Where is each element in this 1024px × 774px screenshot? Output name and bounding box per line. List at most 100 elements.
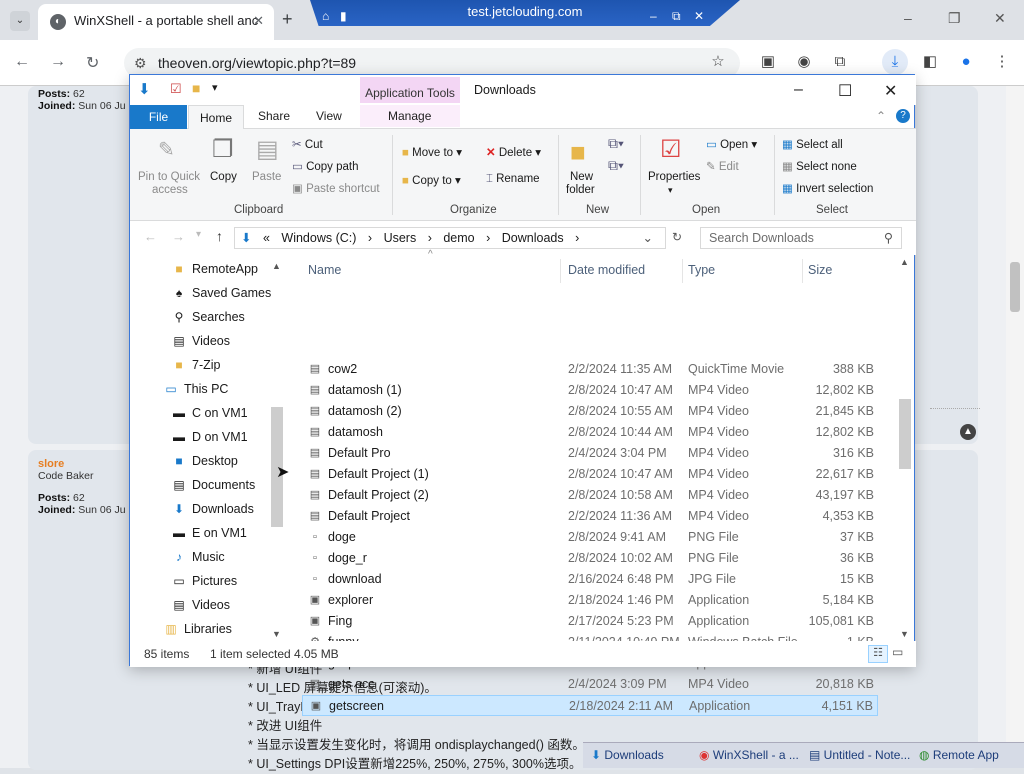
nav-item-e-on-vm1[interactable]: ▬ E on VM1 bbox=[173, 526, 247, 540]
select-all-button[interactable]: ▦ Select all bbox=[782, 137, 843, 151]
file-row[interactable]: ▤ datamosh (2) 2/8/2024 10:55 AM MP4 Video 2… bbox=[302, 401, 878, 422]
taskbar-item-remote-app[interactable]: ◍ Remote App bbox=[919, 748, 999, 762]
side-panel-icon[interactable]: ◧ bbox=[920, 52, 940, 72]
forward-icon[interactable]: → bbox=[50, 53, 66, 71]
tab-manage[interactable]: Manage bbox=[388, 109, 431, 123]
profile-icon[interactable]: ● bbox=[956, 52, 976, 72]
file-row[interactable]: ▣ Fing 2/17/2024 5:23 PM Application 105,081… bbox=[302, 611, 878, 632]
edit-button[interactable]: ✎ Edit bbox=[706, 159, 739, 173]
close-window-button[interactable]: ✕ bbox=[994, 10, 1006, 27]
scroll-up-icon[interactable]: ▲ bbox=[900, 257, 909, 267]
recent-locations-icon[interactable]: ▾ bbox=[196, 229, 201, 240]
file-row[interactable]: ▣ explorer 2/18/2024 1:46 PM Application 5,1… bbox=[302, 590, 878, 611]
extension-icon[interactable]: ◉ bbox=[794, 52, 814, 72]
taskbar-item-downloads[interactable]: ⬇ Downloads bbox=[591, 748, 664, 762]
details-view-icon[interactable]: ☷ bbox=[868, 645, 888, 663]
post-username[interactable]: slore bbox=[38, 458, 126, 470]
menu-icon[interactable]: ⋮ bbox=[992, 52, 1012, 72]
column-header-name[interactable]: Name bbox=[308, 263, 341, 277]
nav-item-this-pc[interactable]: ▭ This PC bbox=[165, 382, 228, 396]
nav-item-searches[interactable]: ⚲ Searches bbox=[175, 310, 245, 324]
large-icons-view-icon[interactable]: ▭ bbox=[892, 645, 903, 659]
tab-close-icon[interactable]: ✕ bbox=[253, 4, 264, 38]
delete-button[interactable]: ✕ Delete ▾ bbox=[486, 145, 541, 159]
column-header-date[interactable]: Date modified bbox=[568, 263, 645, 277]
path-separator-icon[interactable]: › bbox=[575, 231, 579, 245]
nav-item-d-on-vm1[interactable]: ▬ D on VM1 bbox=[173, 430, 248, 444]
nav-item-7zip[interactable]: ■ 7-Zip bbox=[175, 358, 220, 372]
extensions-puzzle-icon[interactable]: ⧉ bbox=[830, 52, 850, 72]
new-tab-button[interactable]: + bbox=[282, 9, 293, 30]
scroll-down-icon[interactable]: ▼ bbox=[900, 629, 909, 639]
nav-scrollbar[interactable]: ▲ ▼ bbox=[270, 261, 284, 639]
nav-item-desktop[interactable]: ■ Desktop bbox=[175, 454, 237, 468]
nav-item-music[interactable]: ♪ Music bbox=[176, 550, 225, 564]
remote-restore-icon[interactable]: ⧉ bbox=[672, 4, 681, 26]
collapse-ribbon-icon[interactable]: ⌃ bbox=[876, 109, 886, 123]
download-arrow-icon[interactable]: ⬇ bbox=[138, 80, 151, 98]
scrollbar-thumb[interactable] bbox=[1010, 262, 1020, 312]
new-item-icon[interactable]: ⧉▾ bbox=[608, 135, 624, 152]
new-folder-button[interactable]: New bbox=[570, 171, 593, 183]
column-header-type[interactable]: Type bbox=[688, 263, 715, 277]
taskbar-item-notepad[interactable]: ▤ Untitled - Note... bbox=[809, 748, 910, 762]
nav-item-remoteapp[interactable]: ■ RemoteApp bbox=[175, 262, 258, 276]
column-divider[interactable] bbox=[682, 259, 683, 283]
nav-item-documents[interactable]: ▤ Documents bbox=[173, 478, 255, 492]
column-divider[interactable] bbox=[802, 259, 803, 283]
minimize-button[interactable]: – bbox=[904, 10, 912, 26]
nav-item-saved-games[interactable]: ♠ Saved Games bbox=[176, 286, 271, 300]
extension-icon[interactable]: ▣ bbox=[758, 52, 778, 72]
column-header-size[interactable]: Size bbox=[808, 263, 832, 277]
address-dropdown-icon[interactable]: ⌄ bbox=[643, 228, 653, 248]
nav-item-videos-2[interactable]: ▤ Videos bbox=[173, 598, 230, 612]
tab-view[interactable]: View bbox=[316, 109, 342, 123]
remote-minimize-icon[interactable]: – bbox=[650, 4, 657, 26]
file-row[interactable]: ▤ Default Project 2/2/2024 11:36 AM MP4 Vid… bbox=[302, 506, 878, 527]
tab-home[interactable]: Home bbox=[188, 105, 244, 130]
scrollbar-thumb[interactable] bbox=[899, 399, 911, 469]
scroll-top-icon[interactable]: ▲ bbox=[960, 424, 976, 440]
file-row[interactable]: ▤ datamosh 2/8/2024 10:44 AM MP4 Video 12,80… bbox=[302, 422, 878, 443]
up-icon[interactable]: ↑ bbox=[216, 228, 223, 244]
back-icon[interactable]: ← bbox=[14, 53, 30, 71]
file-row[interactable]: ▫ doge_r 2/8/2024 10:02 AM PNG File 36 KB bbox=[302, 548, 878, 569]
explorer-close-button[interactable]: ✕ bbox=[884, 81, 897, 101]
invert-selection-button[interactable]: ▦ Invert selection bbox=[782, 181, 873, 195]
select-none-button[interactable]: ▦ Select none bbox=[782, 159, 857, 173]
paste-shortcut-button[interactable]: ▣ Paste shortcut bbox=[292, 181, 380, 195]
page-scrollbar[interactable] bbox=[1006, 86, 1024, 768]
rename-button[interactable]: ⌶ Rename bbox=[486, 173, 540, 186]
nav-item-libraries[interactable]: ▥ Libraries bbox=[165, 622, 232, 636]
restore-button[interactable]: ❐ bbox=[948, 10, 961, 27]
scroll-down-icon[interactable]: ▼ bbox=[272, 629, 281, 639]
download-icon[interactable]: ⤓ bbox=[882, 49, 908, 75]
file-row[interactable]: ▤ cow2 2/2/2024 11:35 AM QuickTime Movie 388… bbox=[302, 359, 878, 380]
file-row[interactable]: ▤ Default Project (2) 2/8/2024 10:58 AM MP4… bbox=[302, 485, 878, 506]
file-row[interactable]: ▤ datamosh (1) 2/8/2024 10:47 AM MP4 Video 1… bbox=[302, 380, 878, 401]
file-row[interactable]: ▫ download 2/16/2024 6:48 PM JPG File 15 KB bbox=[302, 569, 878, 590]
path-separator-icon[interactable]: › bbox=[368, 231, 372, 245]
pin-icon[interactable]: ⌂ bbox=[322, 4, 329, 26]
move-to-button[interactable]: ■ Move to ▾ bbox=[402, 145, 462, 159]
refresh-icon[interactable]: ↻ bbox=[672, 230, 682, 244]
paste-button[interactable]: Paste bbox=[252, 171, 281, 183]
file-row[interactable]: ▣ getscreen 2/18/2024 2:11 AM Application 4,… bbox=[302, 695, 878, 716]
file-list-scrollbar[interactable]: ▲ ▼ bbox=[898, 255, 912, 641]
tab-share[interactable]: Share bbox=[258, 109, 290, 123]
explorer-minimize-button[interactable]: – bbox=[794, 81, 803, 99]
column-divider[interactable] bbox=[560, 259, 561, 283]
tab-file[interactable]: File bbox=[130, 105, 187, 129]
path-segment[interactable]: Users bbox=[384, 231, 417, 245]
tab-search-icon[interactable]: ⌄ bbox=[10, 11, 30, 31]
nav-item-pictures[interactable]: ▭ Pictures bbox=[173, 574, 237, 588]
address-path[interactable]: ⬇ « Windows (C:) › Users › demo › Downlo… bbox=[234, 227, 666, 249]
remote-close-icon[interactable]: ✕ bbox=[694, 4, 704, 26]
properties-dropdown-icon[interactable]: ▾ bbox=[668, 185, 673, 196]
copy-button[interactable]: Copy bbox=[210, 171, 237, 183]
taskbar-item-browser[interactable]: ◉ WinXShell - a ... bbox=[699, 748, 799, 762]
file-row[interactable]: ▤ Default Project (1) 2/8/2024 10:47 AM MP4… bbox=[302, 464, 878, 485]
nav-item-c-on-vm1[interactable]: ▬ C on VM1 bbox=[173, 406, 248, 420]
properties-icon[interactable]: ☑ bbox=[170, 81, 182, 97]
file-row[interactable]: ▫ doge 2/8/2024 9:41 AM PNG File 37 KB bbox=[302, 527, 878, 548]
